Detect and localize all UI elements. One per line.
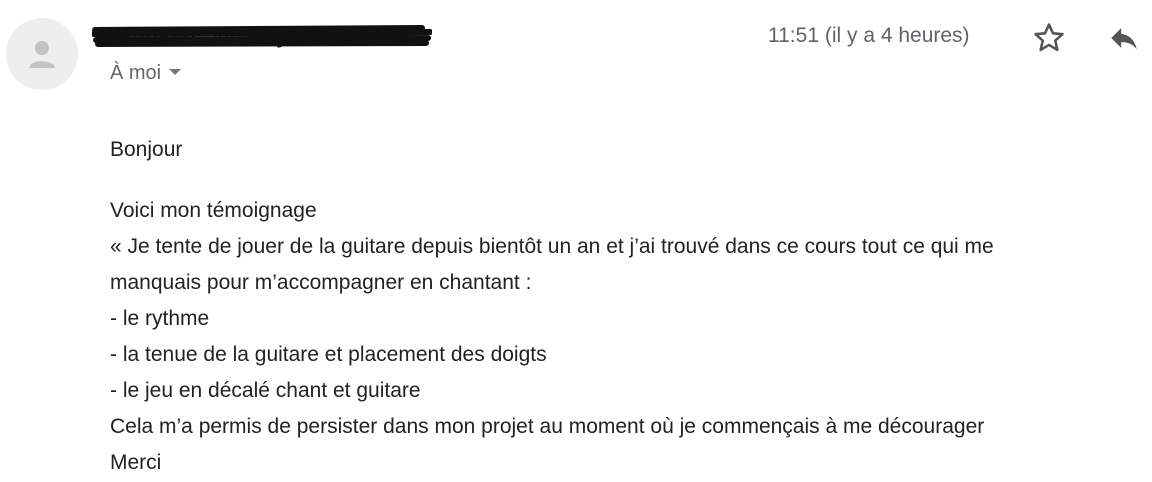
recipient-toggle[interactable]: À moi <box>110 60 182 86</box>
message-body: Bonjour Voici mon témoignage « Je tente … <box>110 132 1146 481</box>
recipient-label: À moi <box>110 62 162 84</box>
body-line: - la tenue de la guitare et placement de… <box>110 343 547 366</box>
body-line: manquais pour m’accompagner en chantant … <box>110 271 532 294</box>
body-line: Cela m’a permis de persister dans mon pr… <box>110 415 985 438</box>
star-outline-icon <box>1034 23 1064 52</box>
body-line: - le jeu en décalé chant et guitare <box>110 379 421 402</box>
sender-address[interactable]: Tonnazzi...@...nays.com <box>92 20 432 54</box>
sender-avatar[interactable] <box>6 18 78 90</box>
caret-down-icon <box>169 68 182 75</box>
body-line: « Je tente de jouer de la guitare depuis… <box>110 235 994 258</box>
star-button[interactable] <box>1029 18 1069 58</box>
message-timestamp: 11:51 (il y a 4 heures) <box>768 24 970 47</box>
body-line: Voici mon témoignage <box>110 199 317 222</box>
reply-icon <box>1111 28 1137 50</box>
body-line: Merci <box>110 451 162 474</box>
greeting-line: Bonjour <box>110 138 183 161</box>
reply-button[interactable] <box>1104 18 1144 58</box>
body-line: - le rythme <box>110 307 210 330</box>
person-icon <box>29 41 55 68</box>
redaction-scribble <box>92 25 432 47</box>
